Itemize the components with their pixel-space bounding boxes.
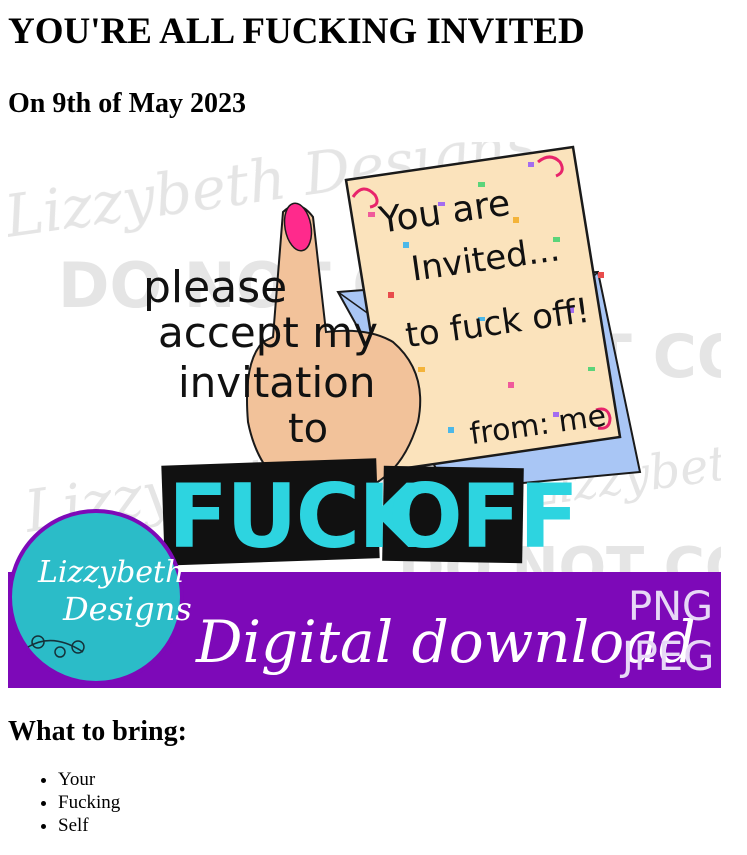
logo-line-2: Designs bbox=[62, 590, 192, 628]
lettering-line-2: accept my bbox=[158, 308, 378, 357]
logo-line-1: Lizzybeth bbox=[37, 555, 184, 590]
format-png: PNG bbox=[628, 584, 713, 630]
banner-word-2: OFF bbox=[388, 465, 577, 568]
format-jpeg: JPEG bbox=[619, 634, 714, 680]
invitation-graphic: Lizzybeth Designs Lizzybeth Designs Lizz… bbox=[8, 142, 721, 688]
invitation-image: Lizzybeth Designs Lizzybeth Designs Lizz… bbox=[8, 142, 721, 688]
page: YOU'RE ALL FUCKING INVITED On 9th of May… bbox=[0, 10, 747, 855]
page-title: YOU'RE ALL FUCKING INVITED bbox=[8, 11, 585, 52]
bring-list: Your Fucking Self bbox=[8, 768, 739, 837]
list-item: Fucking bbox=[58, 791, 739, 814]
ribbon-text: Digital download bbox=[195, 608, 696, 676]
list-item: Self bbox=[58, 814, 739, 837]
lettering-line-1: please bbox=[143, 262, 287, 313]
fuck-off-banner: FUCK OFF bbox=[161, 458, 579, 568]
event-date: On 9th of May 2023 bbox=[8, 88, 246, 119]
list-item: Your bbox=[58, 768, 739, 791]
lettering-line-4: to bbox=[288, 406, 328, 452]
bring-heading: What to bring: bbox=[8, 716, 187, 747]
lettering-line-3: invitation bbox=[178, 358, 375, 407]
